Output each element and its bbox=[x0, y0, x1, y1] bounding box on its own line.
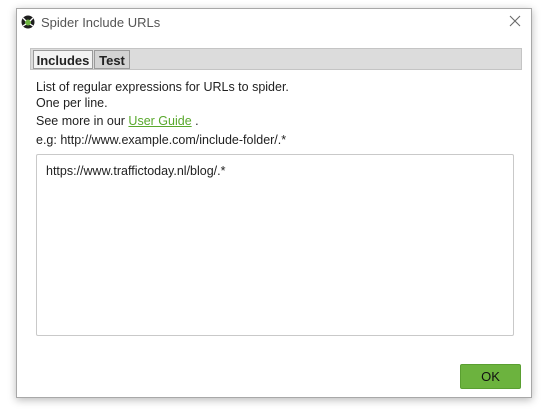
see-more-prefix: See more in our bbox=[36, 114, 125, 128]
include-url-line: https://www.traffictoday.nl/blog/.* bbox=[46, 164, 226, 178]
title-bar: Spider Include URLs bbox=[17, 9, 531, 37]
see-more-line: See more in our User Guide . bbox=[36, 114, 199, 128]
close-icon[interactable] bbox=[507, 13, 523, 29]
tab-test[interactable]: Test bbox=[94, 50, 130, 69]
spider-icon bbox=[21, 15, 35, 29]
see-more-suffix: . bbox=[195, 114, 199, 128]
spider-include-urls-dialog: Spider Include URLs Includes Test List o… bbox=[16, 8, 532, 398]
description-line-2: One per line. bbox=[36, 96, 108, 110]
tab-includes[interactable]: Includes bbox=[33, 50, 93, 69]
description-line-1: List of regular expressions for URLs to … bbox=[36, 80, 289, 94]
window-title: Spider Include URLs bbox=[41, 15, 161, 30]
tab-strip: Includes Test bbox=[30, 48, 522, 70]
user-guide-link[interactable]: User Guide bbox=[128, 114, 191, 128]
ok-button[interactable]: OK bbox=[460, 364, 521, 389]
include-urls-textarea[interactable]: https://www.traffictoday.nl/blog/.* bbox=[36, 154, 514, 336]
example-text: e.g: http://www.example.com/include-fold… bbox=[36, 133, 287, 147]
